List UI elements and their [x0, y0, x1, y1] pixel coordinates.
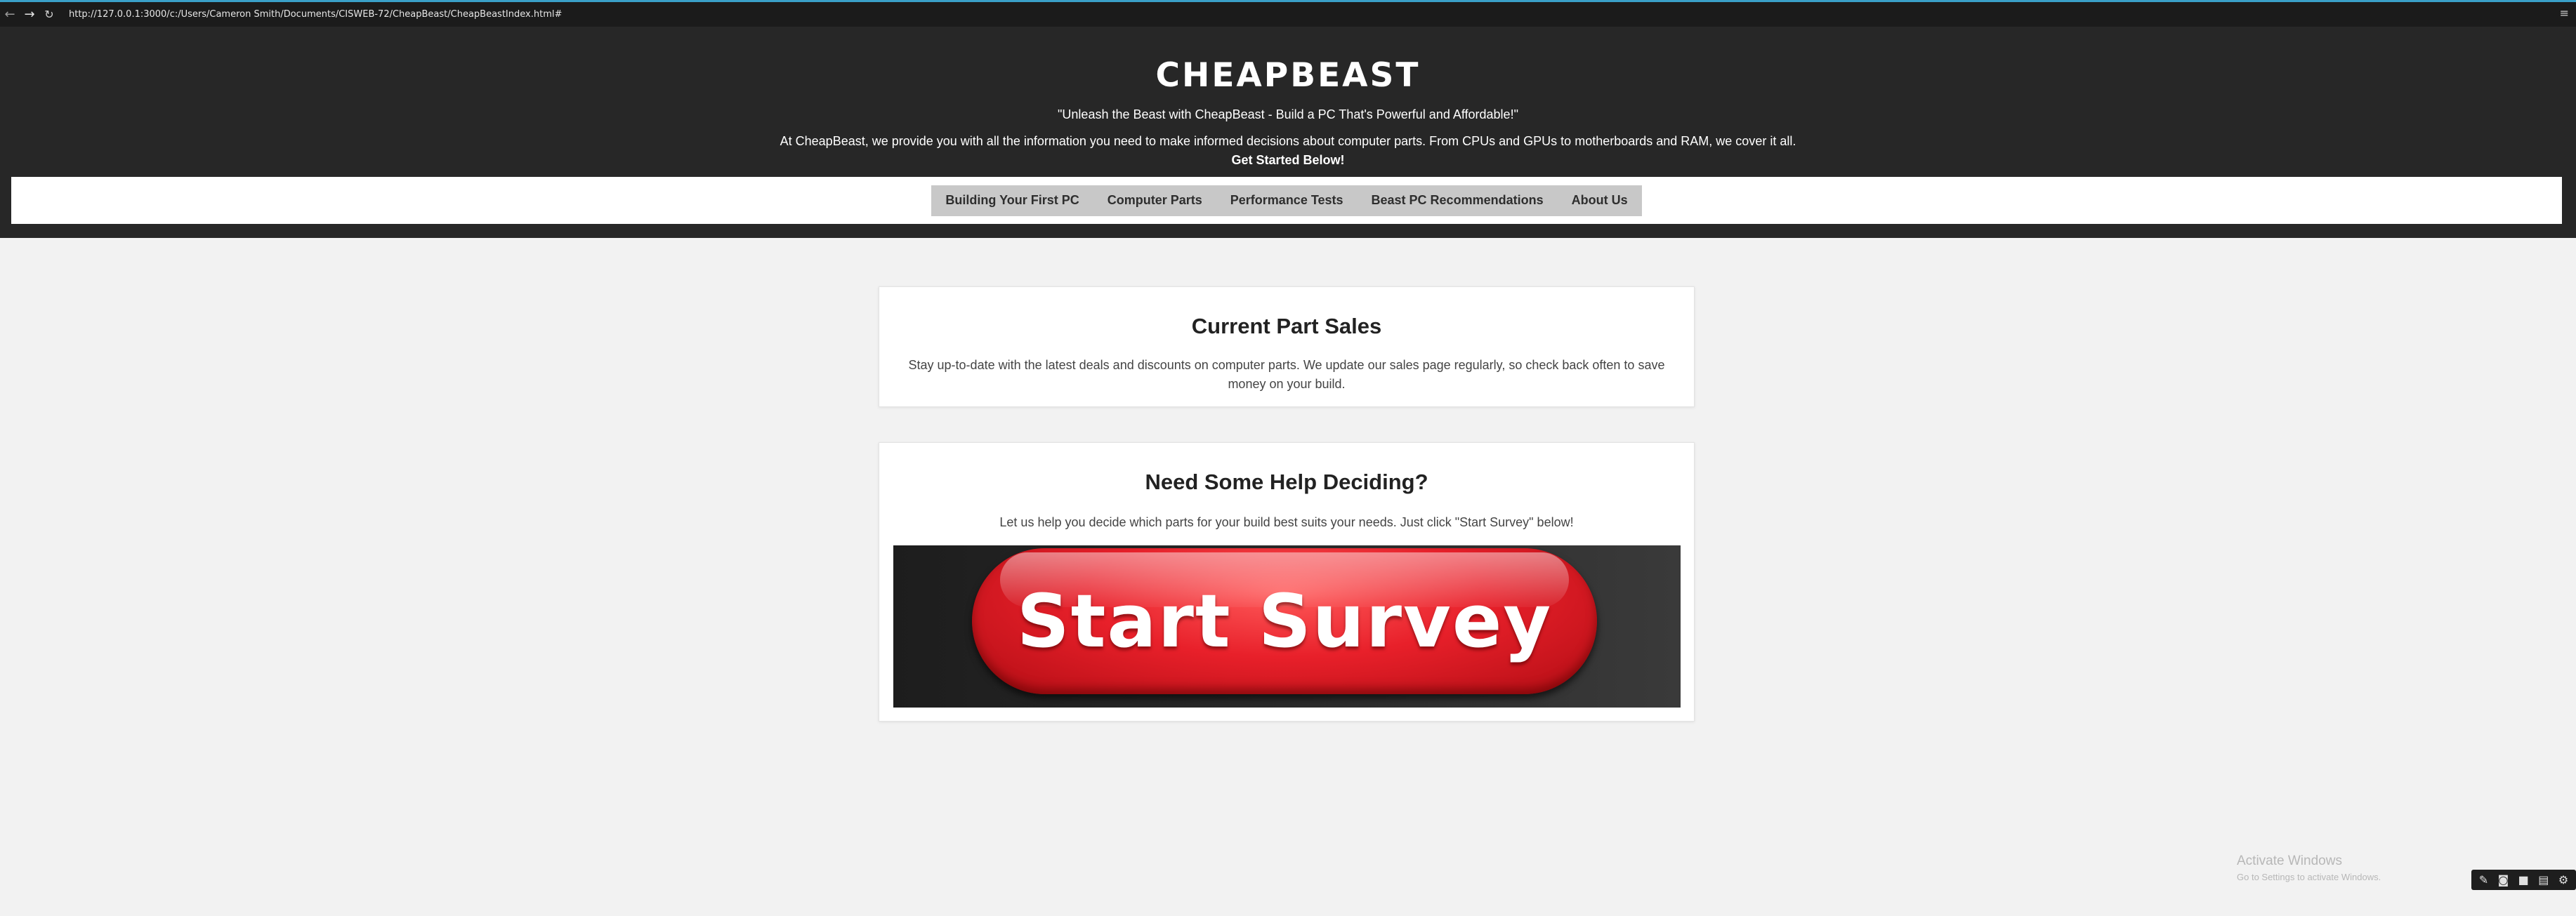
browser-menu-icon[interactable]: ≡: [2560, 6, 2569, 20]
settings-gear-icon[interactable]: ⚙: [2558, 873, 2568, 887]
tagline: "Unleash the Beast with CheapBeast - Bui…: [1058, 107, 1518, 121]
site-title: CHEAPBEAST: [1155, 56, 1421, 95]
address-bar[interactable]: http://127.0.0.1:3000/c:/Users/Cameron S…: [69, 9, 562, 20]
sales-title: Current Part Sales: [1191, 314, 1382, 338]
nav-item-beast-pc-recommendations[interactable]: Beast PC Recommendations: [1358, 185, 1558, 216]
pen-icon[interactable]: ✎: [2479, 873, 2488, 887]
nav-item-building-first-pc[interactable]: Building Your First PC: [931, 185, 1093, 216]
main-nav: Building Your First PC Computer Parts Pe…: [11, 177, 2562, 224]
reload-icon[interactable]: ↻: [39, 4, 59, 25]
start-survey-banner[interactable]: Start Survey: [893, 545, 1681, 708]
capture-toolbar: ✎ ◙ ■ ▤ ⚙: [2471, 870, 2576, 890]
video-icon[interactable]: ■: [2518, 873, 2529, 887]
forward-arrow-icon[interactable]: →: [20, 4, 39, 25]
get-started-text: Get Started Below!: [1231, 153, 1345, 167]
site-header: CHEAPBEAST "Unleash the Beast with Cheap…: [0, 27, 2576, 238]
nav-item-computer-parts[interactable]: Computer Parts: [1093, 185, 1216, 216]
nav-menu: Building Your First PC Computer Parts Pe…: [931, 185, 1642, 216]
sales-card: Current Part Sales Stay up-to-date with …: [879, 286, 1695, 407]
watermark-title: Activate Windows: [2237, 854, 2342, 868]
camera-icon[interactable]: ◙: [2498, 873, 2509, 887]
browser-toolbar: ← → ↻ http://127.0.0.1:3000/c:/Users/Cam…: [0, 0, 2576, 27]
help-title: Need Some Help Deciding?: [1145, 470, 1428, 494]
intro-text: At CheapBeast, we provide you with all t…: [780, 134, 1796, 148]
back-arrow-icon[interactable]: ←: [0, 4, 20, 25]
watermark-subtitle: Go to Settings to activate Windows.: [2237, 872, 2381, 882]
activate-windows-watermark: Activate Windows Go to Settings to activ…: [2237, 854, 2381, 882]
help-description: Let us help you decide which parts for y…: [999, 515, 1574, 529]
nav-item-about-us[interactable]: About Us: [1558, 185, 1642, 216]
start-survey-label: Start Survey: [1016, 578, 1553, 664]
help-card: Need Some Help Deciding? Let us help you…: [879, 442, 1695, 722]
gallery-icon[interactable]: ▤: [2538, 873, 2549, 887]
sales-description: Stay up-to-date with the latest deals an…: [908, 358, 1665, 391]
start-survey-button[interactable]: Start Survey: [972, 548, 1597, 694]
nav-item-performance-tests[interactable]: Performance Tests: [1216, 185, 1358, 216]
